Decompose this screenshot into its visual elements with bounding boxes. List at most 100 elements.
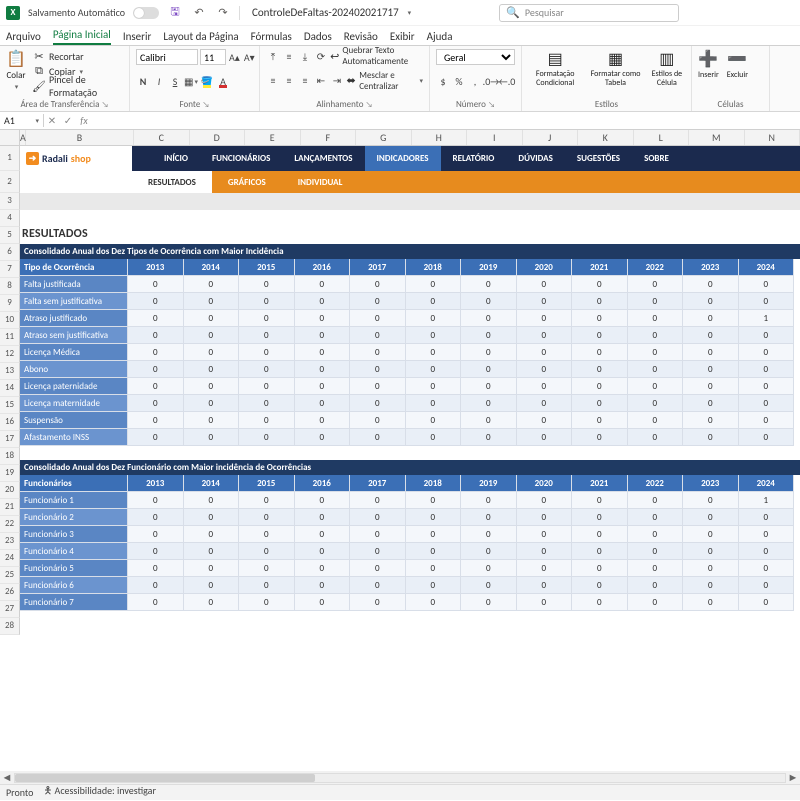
- nav-início[interactable]: INÍCIO: [152, 146, 200, 171]
- cell[interactable]: 0: [739, 344, 795, 361]
- decrease-decimal-icon[interactable]: ←.0: [500, 75, 514, 89]
- cell[interactable]: 0: [406, 560, 462, 577]
- cell[interactable]: 0: [461, 509, 517, 526]
- row-header[interactable]: 8: [0, 278, 20, 295]
- nav-lançamentos[interactable]: LANÇAMENTOS: [282, 146, 364, 171]
- cell[interactable]: 0: [517, 492, 573, 509]
- tab-dados[interactable]: Dados: [304, 28, 332, 45]
- underline-button[interactable]: S: [168, 75, 182, 89]
- row-header[interactable]: 6: [0, 244, 20, 261]
- cell[interactable]: 0: [406, 395, 462, 412]
- cell[interactable]: 0: [128, 526, 184, 543]
- tab-arquivo[interactable]: Arquivo: [6, 28, 41, 45]
- cell[interactable]: 0: [295, 378, 351, 395]
- cell[interactable]: 0: [461, 429, 517, 446]
- insert-cells-button[interactable]: ➕Inserir: [698, 49, 719, 80]
- orientation-icon[interactable]: ⟳: [314, 49, 328, 63]
- cell[interactable]: 0: [128, 293, 184, 310]
- cell[interactable]: 0: [683, 412, 739, 429]
- cell[interactable]: 0: [350, 395, 406, 412]
- select-all-corner[interactable]: [0, 130, 20, 145]
- accept-formula-icon[interactable]: ✓: [60, 114, 76, 127]
- cell[interactable]: 0: [295, 560, 351, 577]
- row-header[interactable]: 1: [0, 146, 20, 171]
- cell[interactable]: 0: [461, 577, 517, 594]
- filename[interactable]: ControleDeFaltas-202402021717: [252, 6, 399, 19]
- cell[interactable]: 0: [739, 293, 795, 310]
- cell[interactable]: 0: [517, 327, 573, 344]
- align-middle-icon[interactable]: ≡: [282, 49, 296, 63]
- tab-pagina-inicial[interactable]: Página Inicial: [53, 26, 111, 45]
- cell[interactable]: 0: [350, 293, 406, 310]
- number-format-select[interactable]: Geral: [436, 49, 515, 65]
- nav-indicadores[interactable]: INDICADORES: [365, 146, 441, 171]
- tab-formulas[interactable]: Fórmulas: [251, 28, 292, 45]
- row-header[interactable]: 5: [0, 227, 20, 244]
- cell[interactable]: 0: [517, 395, 573, 412]
- cell[interactable]: 0: [184, 395, 240, 412]
- increase-decimal-icon[interactable]: .0→: [484, 75, 498, 89]
- cell[interactable]: 0: [572, 361, 628, 378]
- cell[interactable]: 0: [406, 577, 462, 594]
- cell[interactable]: 0: [683, 344, 739, 361]
- row-header[interactable]: 11: [0, 329, 20, 346]
- cell[interactable]: 0: [461, 293, 517, 310]
- cell[interactable]: 0: [239, 577, 295, 594]
- cell[interactable]: 0: [739, 429, 795, 446]
- col-header[interactable]: C: [134, 130, 190, 145]
- dialog-launcher-icon[interactable]: ↘: [366, 100, 373, 110]
- cell[interactable]: 0: [350, 378, 406, 395]
- cell[interactable]: 0: [406, 509, 462, 526]
- cell[interactable]: 0: [739, 378, 795, 395]
- cell[interactable]: 0: [184, 412, 240, 429]
- cell[interactable]: 0: [295, 509, 351, 526]
- cell[interactable]: 0: [683, 293, 739, 310]
- cell[interactable]: 0: [683, 395, 739, 412]
- nav-dúvidas[interactable]: DÚVIDAS: [506, 146, 564, 171]
- nav-sobre[interactable]: SOBRE: [632, 146, 681, 171]
- cell[interactable]: 0: [406, 276, 462, 293]
- row-header[interactable]: 24: [0, 550, 20, 567]
- cell[interactable]: 0: [184, 310, 240, 327]
- cell[interactable]: 0: [128, 429, 184, 446]
- cell[interactable]: 0: [572, 429, 628, 446]
- cell[interactable]: 0: [128, 492, 184, 509]
- cell[interactable]: 0: [239, 395, 295, 412]
- cell[interactable]: 0: [239, 361, 295, 378]
- cell[interactable]: 0: [517, 543, 573, 560]
- cell[interactable]: 0: [628, 429, 684, 446]
- cell[interactable]: 0: [572, 543, 628, 560]
- cell[interactable]: 0: [295, 577, 351, 594]
- cell[interactable]: 0: [683, 378, 739, 395]
- cell[interactable]: 0: [517, 526, 573, 543]
- row-header[interactable]: 20: [0, 482, 20, 499]
- cell[interactable]: 0: [517, 344, 573, 361]
- row-header[interactable]: 2: [0, 171, 20, 193]
- merge-center-button[interactable]: ⬌Mesclar e Centralizar▾: [346, 74, 423, 88]
- font-size-select[interactable]: [200, 49, 226, 65]
- subnav-gráficos[interactable]: GRÁFICOS: [212, 171, 282, 193]
- cell[interactable]: 0: [128, 344, 184, 361]
- cell[interactable]: 0: [295, 276, 351, 293]
- row-header[interactable]: 13: [0, 363, 20, 380]
- cell[interactable]: 0: [683, 509, 739, 526]
- cell[interactable]: 0: [239, 310, 295, 327]
- cell[interactable]: 0: [239, 327, 295, 344]
- cell[interactable]: 0: [350, 361, 406, 378]
- cell[interactable]: 0: [239, 560, 295, 577]
- cell[interactable]: 0: [572, 327, 628, 344]
- cell[interactable]: 0: [184, 543, 240, 560]
- align-left-icon[interactable]: ≡: [266, 74, 280, 88]
- cell[interactable]: 0: [683, 492, 739, 509]
- dialog-launcher-icon[interactable]: ↘: [488, 100, 495, 110]
- currency-icon[interactable]: $: [436, 75, 450, 89]
- cell[interactable]: 0: [184, 526, 240, 543]
- cell[interactable]: 0: [517, 577, 573, 594]
- row-header[interactable]: 28: [0, 618, 20, 635]
- cell[interactable]: 0: [128, 327, 184, 344]
- cell[interactable]: 0: [128, 577, 184, 594]
- align-center-icon[interactable]: ≡: [282, 74, 296, 88]
- row-header[interactable]: 25: [0, 567, 20, 584]
- cell[interactable]: 0: [295, 412, 351, 429]
- col-header[interactable]: I: [467, 130, 523, 145]
